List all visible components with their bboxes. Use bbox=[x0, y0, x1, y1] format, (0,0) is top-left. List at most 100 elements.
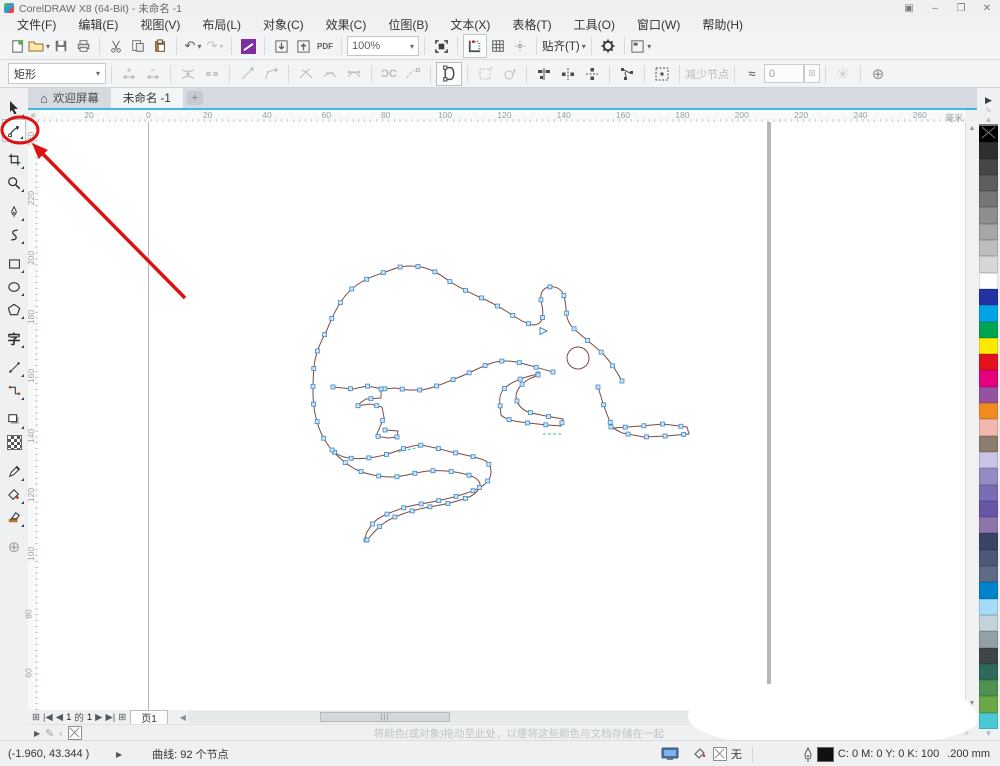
color-swatch-14[interactable] bbox=[979, 354, 998, 370]
join-nodes-button[interactable] bbox=[176, 63, 200, 85]
curve-node[interactable] bbox=[377, 525, 381, 529]
color-swatch-4[interactable] bbox=[979, 191, 998, 207]
curve-node[interactable] bbox=[381, 418, 385, 422]
curve-node[interactable] bbox=[348, 387, 352, 391]
curve-node[interactable] bbox=[366, 384, 370, 388]
parallel-dimension-tool[interactable] bbox=[2, 356, 26, 379]
cut-button[interactable] bbox=[105, 35, 127, 57]
smoothness-slider-button[interactable]: ⊞ bbox=[804, 64, 820, 83]
curve-node[interactable] bbox=[410, 509, 414, 513]
import-button[interactable] bbox=[270, 35, 292, 57]
add-page-icon[interactable]: ⊞ bbox=[32, 712, 40, 723]
curve-node[interactable] bbox=[367, 456, 371, 460]
drop-shadow-tool[interactable] bbox=[2, 408, 26, 431]
reduce-nodes-button[interactable]: 减少节点 bbox=[685, 63, 729, 85]
curve-node[interactable] bbox=[451, 378, 455, 382]
curve-node[interactable] bbox=[416, 265, 420, 269]
curve-node[interactable] bbox=[428, 505, 432, 509]
curve-node[interactable] bbox=[315, 420, 319, 424]
coords-expand-icon[interactable]: ▶ bbox=[116, 750, 122, 759]
next-page-button[interactable]: ▶ bbox=[95, 712, 102, 723]
curve-node[interactable] bbox=[433, 270, 437, 274]
curve-node[interactable] bbox=[369, 397, 373, 401]
curve-node[interactable] bbox=[539, 298, 543, 302]
curve-node[interactable] bbox=[419, 502, 423, 506]
color-swatch-6[interactable] bbox=[979, 224, 998, 240]
export-button[interactable] bbox=[292, 35, 314, 57]
curve-node[interactable] bbox=[511, 313, 515, 317]
connector-tool[interactable] bbox=[2, 379, 26, 402]
convert-to-curve-button[interactable] bbox=[259, 63, 283, 85]
save-button[interactable] bbox=[50, 35, 72, 57]
new-document-button[interactable] bbox=[6, 35, 28, 57]
curve-node[interactable] bbox=[642, 424, 646, 428]
color-swatch-26[interactable] bbox=[979, 550, 998, 566]
curve-node[interactable] bbox=[393, 515, 397, 519]
bspline-tool[interactable] bbox=[2, 223, 26, 246]
color-swatch-9[interactable] bbox=[979, 273, 998, 289]
add-node-button[interactable] bbox=[117, 63, 141, 85]
curve-node[interactable] bbox=[349, 456, 353, 460]
curve-node[interactable] bbox=[515, 399, 519, 403]
curve-node[interactable] bbox=[547, 415, 551, 419]
color-swatch-10[interactable] bbox=[979, 289, 998, 305]
color-swatch-20[interactable] bbox=[979, 452, 998, 468]
color-swatch-16[interactable] bbox=[979, 387, 998, 403]
color-swatch-13[interactable] bbox=[979, 338, 998, 354]
curve-node[interactable] bbox=[448, 280, 452, 284]
curve-node[interactable] bbox=[338, 301, 342, 305]
color-swatch-17[interactable] bbox=[979, 403, 998, 419]
curve-node[interactable] bbox=[463, 288, 467, 292]
curve-node[interactable] bbox=[586, 338, 590, 342]
curve-node[interactable] bbox=[312, 402, 316, 406]
pen-tool[interactable] bbox=[2, 200, 26, 223]
curve-node[interactable] bbox=[435, 384, 439, 388]
curve-node[interactable] bbox=[331, 385, 335, 389]
smart-fill-tool[interactable] bbox=[2, 506, 26, 529]
curve-node[interactable] bbox=[626, 432, 630, 436]
drawing-canvas[interactable] bbox=[38, 122, 965, 710]
stretch-nodes-button[interactable] bbox=[473, 63, 497, 85]
menu-item-0[interactable]: 文件(F) bbox=[6, 16, 67, 33]
curve-node[interactable] bbox=[311, 384, 315, 388]
publish-pdf-button[interactable]: PDF bbox=[314, 35, 336, 57]
curve-node[interactable] bbox=[449, 469, 453, 473]
tab-document[interactable]: 未命名 -1 bbox=[111, 88, 183, 108]
docpal-eyedropper-icon[interactable]: ✎ bbox=[45, 727, 54, 740]
curve-node[interactable] bbox=[398, 265, 402, 269]
curve-node[interactable] bbox=[483, 364, 487, 368]
curve-node[interactable] bbox=[395, 475, 399, 479]
print-button[interactable] bbox=[72, 35, 94, 57]
prev-page-button[interactable]: ◀ bbox=[56, 712, 63, 723]
undo-button[interactable]: ↶▾ bbox=[182, 35, 204, 57]
break-curve-button[interactable] bbox=[200, 63, 224, 85]
show-grid-button[interactable] bbox=[487, 35, 509, 57]
curve-node[interactable] bbox=[419, 443, 423, 447]
menu-item-1[interactable]: 编辑(E) bbox=[67, 16, 129, 33]
curve-node[interactable] bbox=[562, 293, 566, 297]
new-tab-button[interactable]: + bbox=[187, 91, 203, 105]
menu-item-3[interactable]: 布局(L) bbox=[191, 16, 252, 33]
reflect-nodes-horizontal-button[interactable] bbox=[556, 63, 580, 85]
palette-scroll-down-icon[interactable]: ▼ bbox=[985, 729, 993, 738]
first-page-button[interactable]: |◀ bbox=[43, 712, 53, 723]
hscroll-left-arrow[interactable]: ◀ bbox=[180, 713, 186, 722]
curve-node[interactable] bbox=[383, 428, 387, 432]
color-swatch-36[interactable] bbox=[979, 713, 998, 729]
curve-node[interactable] bbox=[498, 404, 502, 408]
curve-node[interactable] bbox=[330, 316, 334, 320]
no-color-swatch[interactable] bbox=[979, 124, 998, 126]
close-button[interactable]: ✕ bbox=[974, 1, 1000, 15]
docpal-left-icon[interactable]: ‹ bbox=[59, 728, 62, 738]
copy-button[interactable] bbox=[127, 35, 149, 57]
text-tool[interactable]: 字 bbox=[2, 327, 26, 350]
open-button[interactable]: ▾ bbox=[28, 35, 50, 57]
curve-node[interactable] bbox=[385, 512, 389, 516]
menu-item-10[interactable]: 窗口(W) bbox=[626, 16, 691, 33]
color-swatch-2[interactable] bbox=[979, 159, 998, 175]
curve-node[interactable] bbox=[525, 421, 529, 425]
curve-node[interactable] bbox=[540, 316, 544, 320]
curve-node[interactable] bbox=[383, 387, 387, 391]
curve-node[interactable] bbox=[400, 387, 404, 391]
palette-eyedropper-icon[interactable]: ✎ bbox=[985, 106, 992, 115]
